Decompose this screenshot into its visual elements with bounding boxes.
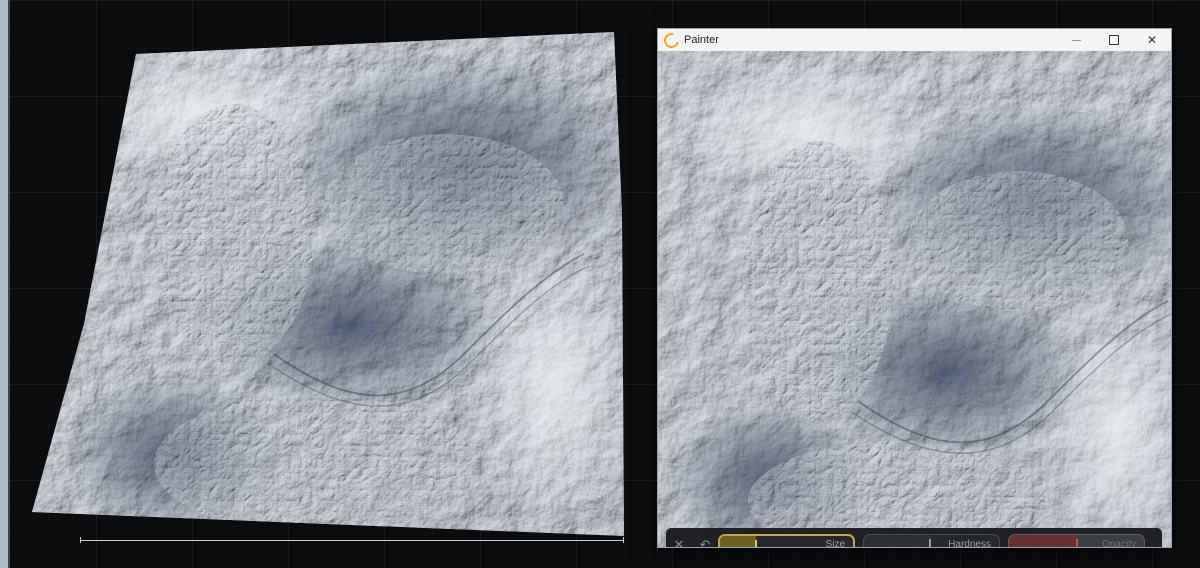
painter-ring-icon xyxy=(661,29,682,51)
close-button[interactable]: ✕ xyxy=(1133,29,1171,51)
editor-root: Painter ✕ ✕ ↶ Size Hardness Opacity xyxy=(0,0,1200,568)
left-panel-edge[interactable] xyxy=(0,0,11,568)
minimize-button[interactable] xyxy=(1057,29,1095,51)
window-title: Painter xyxy=(684,34,719,46)
paint-canvas[interactable]: ✕ ↶ Size Hardness Opacity xyxy=(658,51,1171,547)
opacity-label: Opacity xyxy=(1102,539,1136,547)
toolbar-close-button[interactable]: ✕ xyxy=(666,528,692,548)
opacity-slider[interactable]: Opacity xyxy=(1008,534,1145,547)
hardness-slider-fill xyxy=(864,535,931,547)
hardness-label: Hardness xyxy=(948,539,991,547)
size-slider[interactable]: Size xyxy=(718,534,855,547)
heightmap-preview[interactable] xyxy=(658,51,1171,547)
viewport-scale-ruler xyxy=(80,537,624,543)
close-icon: ✕ xyxy=(673,537,685,548)
minimize-icon xyxy=(1071,39,1081,41)
terrain-mesh[interactable] xyxy=(24,24,630,544)
opacity-slider-fill xyxy=(1009,535,1077,547)
undo-button[interactable]: ↶ xyxy=(692,528,718,548)
hardness-slider-handle[interactable] xyxy=(929,539,932,547)
window-controls: ✕ xyxy=(1057,29,1171,51)
painter-window[interactable]: Painter ✕ ✕ ↶ Size Hardness Opacity xyxy=(657,28,1172,548)
brush-toolbar: ✕ ↶ Size Hardness Opacity xyxy=(666,528,1162,547)
hardness-slider[interactable]: Hardness xyxy=(863,534,1000,547)
maximize-icon xyxy=(1109,35,1119,45)
size-slider-handle[interactable] xyxy=(754,540,757,547)
terrain-viewport[interactable] xyxy=(24,24,630,544)
undo-icon: ↶ xyxy=(699,537,711,548)
size-label: Size xyxy=(825,539,845,547)
title-bar[interactable]: Painter ✕ xyxy=(658,29,1171,51)
close-icon: ✕ xyxy=(1146,33,1158,47)
size-slider-fill xyxy=(720,536,756,547)
maximize-button[interactable] xyxy=(1095,29,1133,51)
opacity-slider-handle[interactable] xyxy=(1075,539,1078,547)
